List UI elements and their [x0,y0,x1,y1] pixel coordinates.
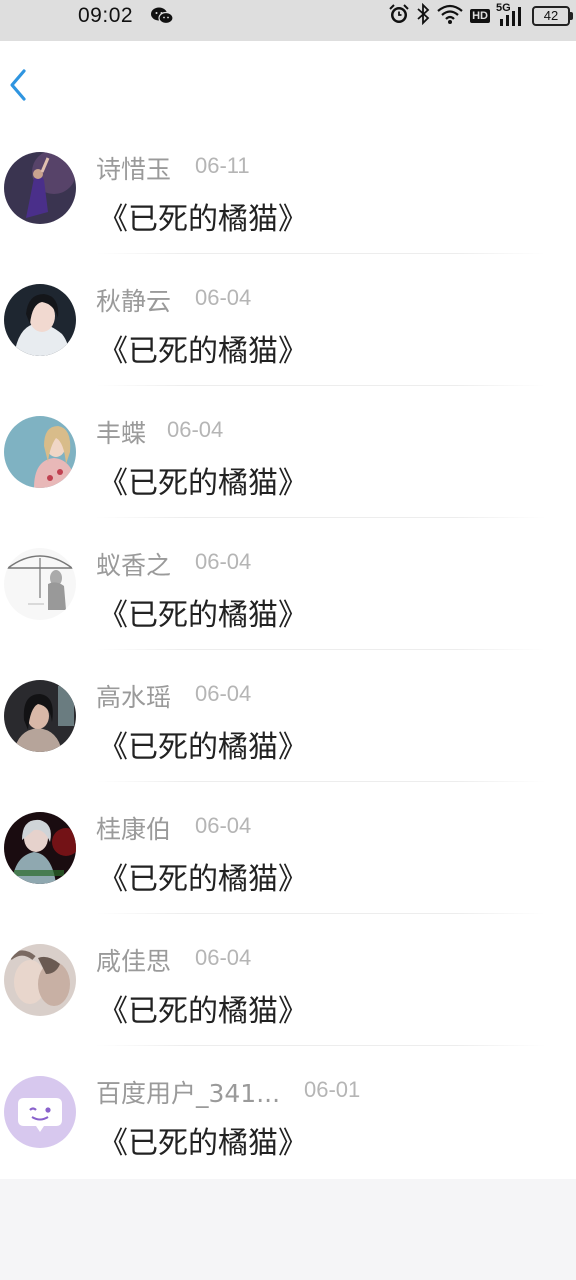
list-item[interactable]: 秋静云 06-04 《已死的橘猫》 [0,254,576,386]
post-title[interactable]: 《已死的橘猫》 [98,194,308,238]
list-item[interactable]: 高水瑶 06-04 《已死的橘猫》 [0,650,576,782]
list-item[interactable]: 蚁香之 06-04 《已死的橘猫》 [0,518,576,650]
post-title[interactable]: 《已死的橘猫》 [98,326,308,370]
signal-icon: 5G [496,2,526,27]
bluetooth-icon [416,2,430,29]
alarm-icon [388,3,410,29]
avatar[interactable] [4,944,76,1016]
post-date: 06-11 [195,153,250,178]
avatar[interactable] [4,284,76,356]
user-name[interactable]: 咸佳思 [96,942,171,978]
post-date: 06-04 [167,417,224,442]
list-item[interactable]: 咸佳思 06-04 《已死的橘猫》 [0,914,576,1046]
avatar[interactable] [4,812,76,884]
status-time: 09:02 [78,4,134,27]
list-item[interactable]: 桂康伯 06-04 《已死的橘猫》 [0,782,576,914]
user-name[interactable]: 桂康伯 [96,810,171,846]
post-title[interactable]: 《已死的橘猫》 [98,590,308,634]
chevron-left-icon [10,69,26,101]
status-bar: 09:02 HD 5G 42 [0,0,576,41]
list-item[interactable]: 诗惜玉 06-11 《已死的橘猫》 [0,122,576,254]
post-list: 诗惜玉 06-11 《已死的橘猫》 秋静云 06-04 《已死的橘猫》 丰蝶 0… [0,122,576,1179]
user-name[interactable]: 高水瑶 [96,678,171,714]
avatar[interactable] [4,548,76,620]
user-name[interactable]: 蚁香之 [96,546,171,582]
user-name[interactable]: 秋静云 [96,282,171,318]
post-title[interactable]: 《已死的橘猫》 [98,854,308,898]
post-date: 06-04 [195,285,252,310]
post-title[interactable]: 《已死的橘猫》 [98,722,308,766]
avatar[interactable] [4,680,76,752]
post-date: 06-04 [195,549,252,574]
post-date: 06-04 [195,945,252,970]
user-name[interactable]: 诗惜玉 [96,150,171,186]
wifi-icon [436,3,464,29]
hd-badge: HD [470,9,490,23]
post-title[interactable]: 《已死的橘猫》 [98,458,308,502]
user-name[interactable]: 丰蝶 [96,414,146,450]
back-button[interactable] [4,65,36,105]
user-name[interactable]: 百度用户_341... [96,1074,280,1110]
avatar[interactable] [4,416,76,488]
battery-indicator: 42 [532,6,573,26]
post-date: 06-04 [195,813,252,838]
post-date: 06-04 [195,681,252,706]
list-item[interactable]: 丰蝶 06-04 《已死的橘猫》 [0,386,576,518]
post-date: 06-01 [304,1077,361,1102]
post-title[interactable]: 《已死的橘猫》 [98,986,308,1030]
avatar[interactable] [4,1076,76,1148]
status-icons: HD 5G 42 [388,2,573,29]
post-title[interactable]: 《已死的橘猫》 [98,1118,308,1162]
list-item[interactable]: 百度用户_341... 06-01 《已死的橘猫》 [0,1046,576,1178]
avatar[interactable] [4,152,76,224]
wechat-icon [150,6,174,26]
top-bar [0,41,576,123]
